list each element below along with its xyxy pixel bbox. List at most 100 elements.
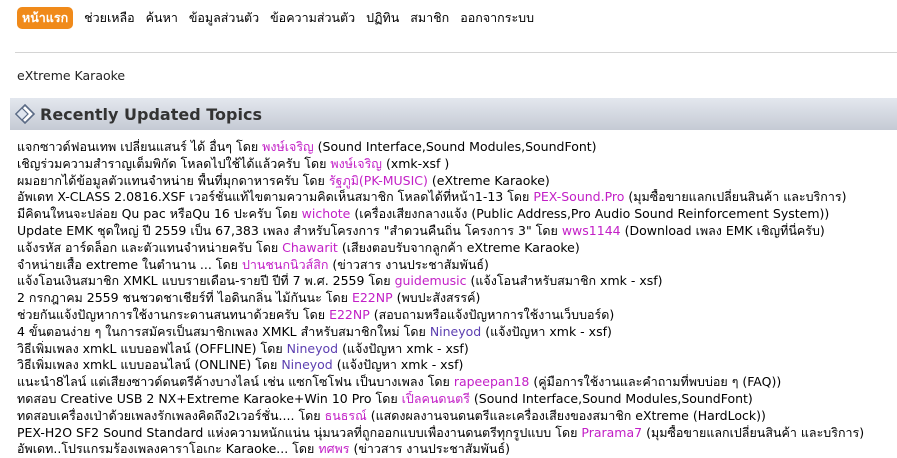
topic-author-link[interactable]: PEX-Sound.Pro — [533, 189, 624, 204]
topic-row: วิธีเพิ่มเพลง xmkL แบบออฟไลน์ (OFFLINE) … — [17, 341, 897, 358]
topic-row: เชิญร่วมความสำราญเต็มพิกัด โหลดไปใช้ได้แ… — [17, 156, 897, 173]
topic-list: แจกซาวด์ฟอนเทพ เปลี่ยนแสนร์ ได้ อื่นๆ โด… — [17, 139, 897, 458]
topic-row: อัพเดท X-CLASS 2.0816.XSF เวอร์ชั่นแท้ไข… — [17, 189, 897, 206]
topic-forum-link[interactable]: (เสียงตอบรับจากลูกค้า eXtreme Karaoke) — [342, 240, 580, 255]
topic-title-link[interactable]: ช่วยกันแจ้งปัญหาการใช้งานกระดานสนทนาด้วย… — [17, 307, 299, 322]
topic-title-link[interactable]: แจ้งโอนเงินสมาชิก XMKL แบบรายเดือน-รายปี… — [17, 273, 364, 288]
by-label: โดย — [375, 390, 398, 406]
nav-divider — [15, 52, 897, 53]
by-label: โดย — [215, 256, 238, 272]
nav-item-5[interactable]: ปฏิทิน — [366, 7, 399, 29]
topic-row: อัพเดท..โปรแกรมร้องเพลงคาราโอเกะ Karaoke… — [17, 441, 897, 458]
topic-forum-link[interactable]: (พบปะสังสรรค์) — [397, 290, 481, 305]
nav-item-4[interactable]: ข้อความส่วนตัว — [270, 7, 355, 29]
diamond-topic-icon — [12, 101, 38, 127]
topic-title-link[interactable]: จำหน่ายเสื้อ extreme ในตำนาน ... — [17, 257, 212, 272]
topic-title-link[interactable]: PEX-H2O SF2 Sound Standard แห่งความหนักแ… — [17, 425, 551, 440]
topic-title-link[interactable]: 2 กรกฎาคม 2559 ชนชวดชาเชียร์ที่ ไอดินกลิ… — [17, 290, 322, 305]
topic-author-link[interactable]: E22NP — [329, 307, 370, 322]
topic-author-link[interactable]: E22NP — [352, 290, 393, 305]
topic-forum-link[interactable]: (Sound Interface,Sound Modules,SoundFont… — [474, 391, 753, 406]
by-label: โดย — [304, 155, 327, 171]
topic-forum-link[interactable]: (เครื่องเสียงกลางแจ้ง (Public Address,Pr… — [354, 206, 829, 221]
nav-item-2[interactable]: ค้นหา — [146, 7, 178, 29]
topic-title-link[interactable]: แจกซาวด์ฟอนเทพ เปลี่ยนแสนร์ ได้ อื่นๆ — [17, 139, 232, 154]
by-label: โดย — [255, 357, 278, 373]
topic-forum-link[interactable]: (แจ้งปัญหา xmk - xsf) — [342, 341, 469, 356]
by-label: โดย — [255, 239, 279, 255]
topic-forum-link[interactable]: (ข่าวสาร งานประชาสัมพันธ์) — [332, 257, 489, 272]
topic-author-link[interactable]: Nineyod — [281, 357, 332, 372]
by-label: โดย — [275, 206, 298, 222]
by-label: โดย — [236, 139, 259, 154]
by-label: โดย — [302, 172, 325, 188]
topic-title-link[interactable]: วิธีเพิ่มเพลง xmkL แบบออนไลน์ (ONLINE) — [17, 357, 251, 372]
topic-forum-link[interactable]: (สอบถามหรือแจ้งปัญหาการใช้งานเว็บบอร์ด) — [374, 307, 615, 322]
topic-title-link[interactable]: ผมอยากได้ข้อมูลตัวแทนจำหน่าย พื้นที่มุกด… — [17, 173, 299, 188]
topic-forum-link[interactable]: (xmk-xsf ) — [386, 156, 449, 171]
topic-author-link[interactable]: guidemusic — [395, 273, 467, 288]
topic-row: ทดสอบ Creative USB 2 NX+Extreme Karaoke+… — [17, 391, 897, 408]
topic-title-link[interactable]: Update EMK ชุดใหญ่ ปี 2559 เป็น 67,383 เ… — [17, 223, 532, 238]
topic-author-link[interactable]: พงษ์เจริญ — [262, 139, 314, 154]
topic-title-link[interactable]: วิธีเพิ่มเพลง xmkL แบบออฟไลน์ (OFFLINE) — [17, 341, 257, 356]
topic-author-link[interactable]: เปิ้ลคนดนตรี — [402, 391, 470, 406]
by-label: โดย — [292, 441, 315, 457]
topic-forum-link[interactable]: (ข่าวสาร งานประชาสัมพันธ์) — [353, 441, 510, 456]
topic-row: 4 ขั้นตอนง่าย ๆ ในการสมัครเป็นสมาชิกเพลง… — [17, 324, 897, 341]
topic-title-link[interactable]: อัพเดท X-CLASS 2.0816.XSF เวอร์ชั่นแท้ไข… — [17, 189, 503, 204]
topic-author-link[interactable]: ปานชนกนิวส์สิก — [242, 257, 329, 272]
by-label: โดย — [555, 424, 578, 440]
by-label: โดย — [298, 407, 321, 423]
topic-forum-link[interactable]: (Download เพลง EMK เชิญที่นี่ครับ) — [625, 223, 825, 238]
topic-author-link[interactable]: Nineyod — [430, 324, 481, 339]
topic-forum-link[interactable]: (มุมซื้อขายแลกเปลี่ยนสินค้า และบริการ) — [646, 425, 864, 440]
topic-row: แจ้งรหัส อาร์ดล็อก และตัวแทนจำหน่ายครับ … — [17, 240, 897, 257]
topic-row: ทดสอบเครื่องเป่าด้วยเพลงรักเพลงคิดถึง2เว… — [17, 408, 897, 425]
forum-name-link[interactable]: eXtreme Karaoke — [17, 68, 125, 83]
by-label: โดย — [302, 306, 326, 322]
topic-author-link[interactable]: Nineyod — [287, 341, 338, 356]
nav-item-6[interactable]: สมาชิก — [410, 7, 449, 29]
topic-row: วิธีเพิ่มเพลง xmkL แบบออนไลน์ (ONLINE) โ… — [17, 357, 897, 374]
topic-author-link[interactable]: rapeepan18 — [454, 374, 530, 389]
topic-author-link[interactable]: รัฐภูมิ(PK-MUSIC) — [329, 173, 428, 188]
topic-title-link[interactable]: แจ้งรหัส อาร์ดล็อก และตัวแทนจำหน่ายครับ — [17, 240, 252, 255]
topic-title-link[interactable]: แนะนำ8ไลน์ แต่เสียงซาวด์ดนตรีค้างบางไลน์… — [17, 374, 424, 389]
topic-row: แจ้งโอนเงินสมาชิก XMKL แบบรายเดือน-รายปี… — [17, 273, 897, 290]
topic-title-link[interactable]: อัพเดท..โปรแกรมร้องเพลงคาราโอเกะ Karaoke… — [17, 441, 288, 456]
nav-item-0[interactable]: หน้าแรก — [17, 7, 74, 29]
topic-author-link[interactable]: ทศพร — [318, 441, 349, 456]
topic-forum-link[interactable]: (แจ้งปัญหา xmk - xsf) — [337, 357, 464, 372]
nav-item-3[interactable]: ข้อมูลส่วนตัว — [189, 7, 259, 29]
topic-forum-link[interactable]: (มุมซื้อขายแลกเปลี่ยนสินค้า และบริการ) — [628, 189, 846, 204]
section-title: Recently Updated Topics — [40, 104, 262, 124]
topic-author-link[interactable]: wichote — [302, 206, 351, 221]
topic-author-link[interactable]: พงษ์เจริญ — [330, 156, 382, 171]
topic-title-link[interactable]: 4 ขั้นตอนง่าย ๆ ในการสมัครเป็นสมาชิกเพลง… — [17, 324, 400, 339]
topic-forum-link[interactable]: (แสดงผลงานจนดนตรีและเครื่องเสียงของสมาชิ… — [371, 408, 766, 423]
topic-row: Update EMK ชุดใหญ่ ปี 2559 เป็น 67,383 เ… — [17, 223, 897, 240]
nav-item-1[interactable]: ช่วยเหลือ — [84, 7, 135, 29]
topic-forum-link[interactable]: (แจ้งปัญหา xmk - xsf) — [485, 324, 612, 339]
topic-forum-link[interactable]: (แจ้งโอนสำหรับสมาชิก xmk - xsf) — [470, 273, 662, 288]
by-label: โดย — [325, 290, 348, 306]
topic-author-link[interactable]: wws1144 — [562, 223, 621, 238]
by-label: โดย — [403, 323, 426, 339]
topic-title-link[interactable]: เชิญร่วมความสำราญเต็มพิกัด โหลดไปใช้ได้แ… — [17, 156, 300, 171]
topic-author-link[interactable]: ธนธรณ์ — [325, 408, 367, 423]
topic-forum-link[interactable]: (Sound Interface,Sound Modules,SoundFont… — [318, 139, 597, 154]
by-label: โดย — [427, 374, 450, 390]
topic-row: PEX-H2O SF2 Sound Standard แห่งความหนักแ… — [17, 425, 897, 442]
topic-forum-link[interactable]: (eXtreme Karaoke) — [432, 173, 550, 188]
topic-author-link[interactable]: Chawarit — [282, 240, 338, 255]
topic-title-link[interactable]: ทดสอบ Creative USB 2 NX+Extreme Karaoke+… — [17, 391, 372, 406]
topic-author-link[interactable]: Prarama7 — [581, 425, 642, 440]
by-label: โดย — [535, 222, 558, 238]
topic-title-link[interactable]: มีคิดนใหนจะปล่อย Qu pac หรือQu 16 ปะครับ — [17, 206, 272, 221]
nav-item-7[interactable]: ออกจากระบบ — [460, 7, 534, 29]
topic-title-link[interactable]: ทดสอบเครื่องเป่าด้วยเพลงรักเพลงคิดถึง2เว… — [17, 408, 294, 423]
by-label: โดย — [507, 189, 530, 205]
by-label: โดย — [260, 340, 283, 356]
topic-forum-link[interactable]: (คู่มือการใช้งานและคำถามที่พบบ่อย ๆ (FAQ… — [533, 374, 781, 389]
